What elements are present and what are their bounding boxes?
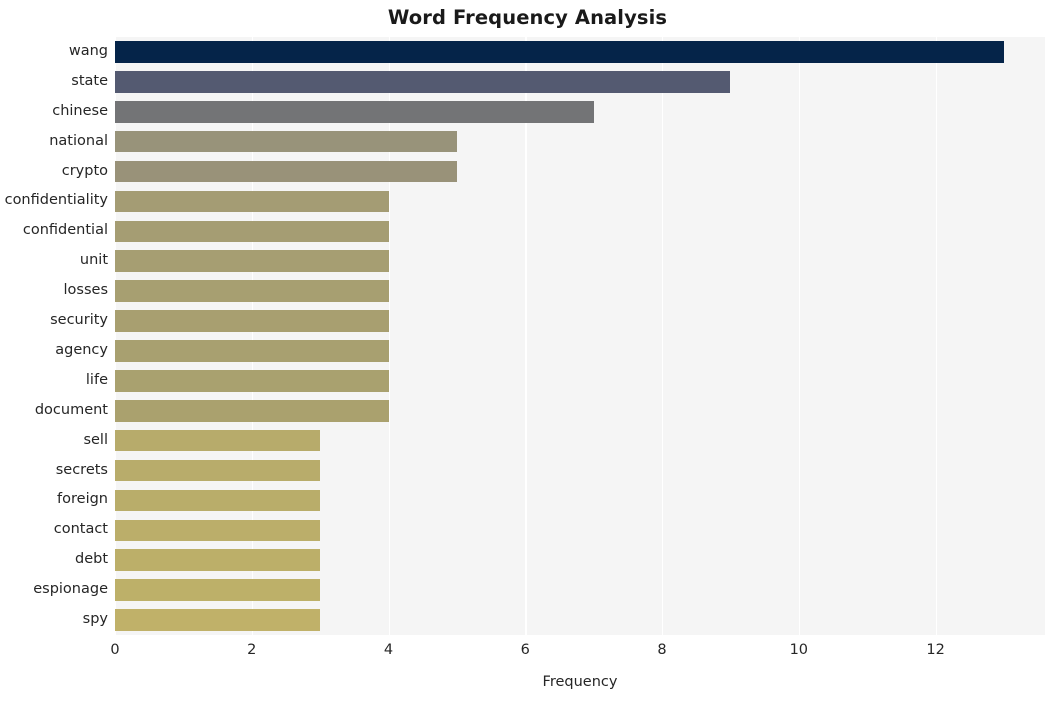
- x-axis: 0 2 4 6 8 10 12: [110, 635, 1045, 665]
- bar-agency[interactable]: [115, 340, 389, 362]
- bar-row: [115, 549, 1045, 571]
- bar-row: [115, 71, 1045, 93]
- bar-confidential[interactable]: [115, 220, 389, 243]
- bar-confidentiality[interactable]: [115, 190, 389, 213]
- bar-row: [115, 250, 1045, 272]
- y-tick-label-security: security: [50, 312, 108, 329]
- bar-foreign[interactable]: [115, 489, 321, 512]
- bar-state[interactable]: [115, 71, 731, 93]
- bar-row: [115, 160, 1045, 183]
- y-tick-label-crypto: crypto: [61, 162, 108, 179]
- bar-row: [115, 310, 1045, 332]
- y-tick-label-national: national: [49, 132, 108, 149]
- bar-losses[interactable]: [115, 280, 389, 302]
- chart-figure: Word Frequency Analysis wang state chinese…: [0, 0, 1055, 701]
- bar-row: [115, 489, 1045, 512]
- bar-contact[interactable]: [115, 519, 321, 542]
- y-axis: wang state chinese national crypto confidenti…: [0, 37, 108, 635]
- bar-row: [115, 220, 1045, 243]
- bar-unit[interactable]: [115, 250, 389, 272]
- bar-chinese[interactable]: [115, 100, 594, 123]
- y-tick-label-state: state: [71, 72, 108, 89]
- y-tick-label-contact: contact: [53, 521, 108, 538]
- bar-debt[interactable]: [115, 549, 321, 571]
- y-tick-label-espionage: espionage: [33, 581, 108, 598]
- y-tick-label-confidentiality: confidentiality: [4, 192, 108, 209]
- y-tick-label-sell: sell: [83, 431, 108, 448]
- y-tick-label-confidential: confidential: [22, 222, 108, 239]
- y-tick-label-losses: losses: [63, 282, 108, 299]
- x-tick-label-6: 6: [520, 642, 530, 658]
- bar-row: [115, 609, 1045, 631]
- bar-sell[interactable]: [115, 429, 321, 452]
- bar-row: [115, 41, 1045, 63]
- y-tick-label-debt: debt: [74, 551, 108, 568]
- y-tick-label-agency: agency: [55, 341, 108, 358]
- x-tick-label-0: 0: [110, 642, 120, 658]
- bar-document[interactable]: [115, 399, 389, 422]
- bar-security[interactable]: [115, 310, 389, 332]
- y-tick-label-secrets: secrets: [55, 461, 108, 478]
- bar-national[interactable]: [115, 130, 457, 153]
- bars-layer: [115, 37, 1045, 635]
- y-tick-label-wang: wang: [68, 42, 108, 59]
- bar-spy[interactable]: [115, 609, 321, 631]
- y-tick-label-foreign: foreign: [57, 491, 108, 508]
- chart-title: Word Frequency Analysis: [387, 6, 668, 29]
- plot-area: [115, 37, 1045, 635]
- x-tick-label-8: 8: [657, 642, 667, 658]
- x-axis-label: Frequency: [542, 674, 618, 690]
- bar-row: [115, 429, 1045, 452]
- x-tick-label-12: 12: [926, 642, 945, 658]
- y-tick-label-spy: spy: [82, 611, 108, 628]
- bar-row: [115, 579, 1045, 601]
- x-tick-label-2: 2: [247, 642, 257, 658]
- bar-row: [115, 340, 1045, 362]
- bar-row: [115, 519, 1045, 542]
- bar-row: [115, 459, 1045, 482]
- bar-wang[interactable]: [115, 41, 1004, 63]
- bar-row: [115, 190, 1045, 213]
- bar-row: [115, 370, 1045, 392]
- y-tick-label-chinese: chinese: [52, 102, 108, 119]
- bar-row: [115, 280, 1045, 302]
- y-tick-label-unit: unit: [79, 252, 108, 269]
- bar-row: [115, 399, 1045, 422]
- bar-espionage[interactable]: [115, 579, 321, 601]
- x-tick-label-10: 10: [789, 642, 809, 658]
- y-tick-label-document: document: [34, 401, 108, 418]
- y-tick-label-life: life: [85, 371, 108, 388]
- bar-row: [115, 130, 1045, 153]
- bar-crypto[interactable]: [115, 160, 457, 183]
- x-tick-label-4: 4: [383, 642, 394, 658]
- bar-row: [115, 100, 1045, 123]
- bar-secrets[interactable]: [115, 459, 321, 482]
- bar-life[interactable]: [115, 370, 389, 392]
